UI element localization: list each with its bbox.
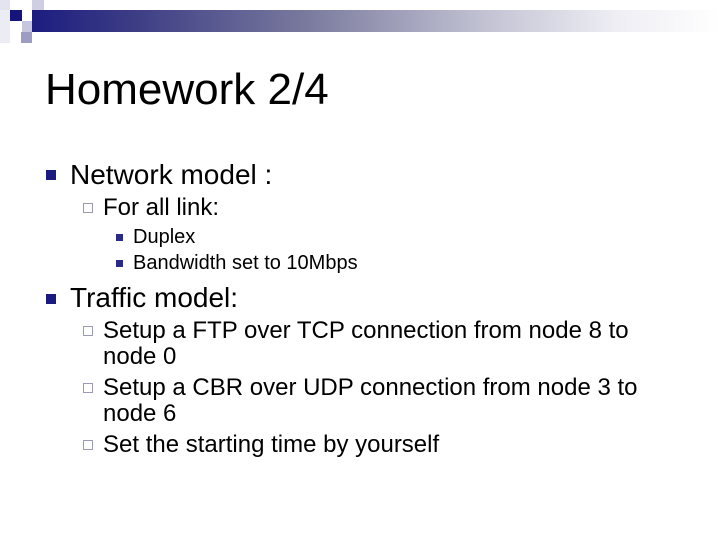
list-item-continuation: node 6 bbox=[103, 400, 177, 427]
bullet-square-icon bbox=[116, 234, 123, 241]
hollow-square-bullet-icon bbox=[83, 203, 93, 213]
header-gradient-bar bbox=[32, 10, 720, 32]
list-item: Set the starting time by yourself bbox=[103, 431, 440, 458]
logo-square bbox=[10, 10, 22, 21]
logo-square bbox=[0, 10, 10, 43]
logo-square bbox=[22, 21, 32, 32]
list-item: Setup a FTP over TCP connection from nod… bbox=[103, 317, 629, 344]
slide-title: Homework 2/4 bbox=[45, 65, 329, 114]
hollow-square-bullet-icon bbox=[83, 383, 93, 393]
logo-square bbox=[32, 0, 44, 10]
section-heading: Traffic model: bbox=[70, 282, 239, 313]
logo-square bbox=[0, 0, 10, 10]
hollow-square-bullet-icon bbox=[83, 326, 93, 336]
logo-square bbox=[21, 32, 32, 43]
bullet-square-icon bbox=[46, 170, 56, 180]
list-subitem: Bandwidth set to 10Mbps bbox=[133, 252, 358, 274]
list-item: Setup a CBR over UDP connection from nod… bbox=[103, 374, 638, 401]
hollow-square-bullet-icon bbox=[83, 440, 93, 450]
list-item: For all link: bbox=[103, 194, 220, 221]
list-subitem: Duplex bbox=[133, 226, 196, 248]
section-heading: Network model : bbox=[70, 159, 273, 190]
list-item-continuation: node 0 bbox=[103, 343, 177, 370]
bullet-square-icon bbox=[116, 260, 123, 267]
bullet-square-icon bbox=[46, 294, 56, 304]
